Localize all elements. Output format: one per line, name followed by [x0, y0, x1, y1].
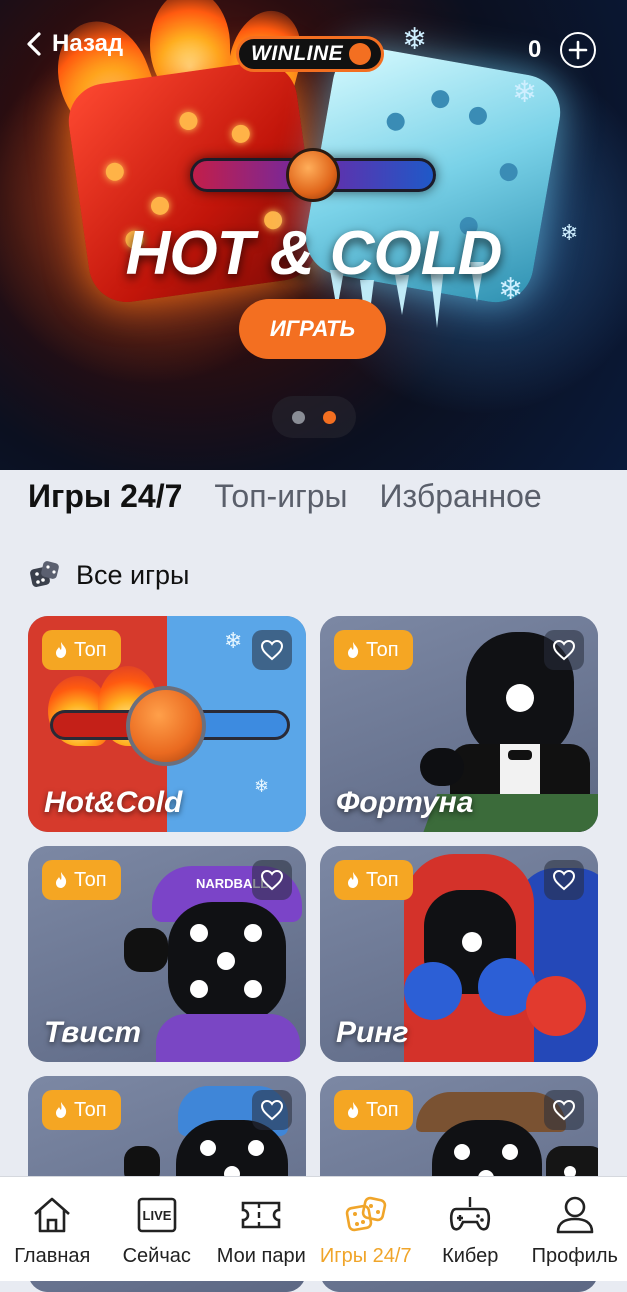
fire-icon [54, 871, 68, 889]
boxing-glove-image [526, 976, 586, 1036]
fire-icon [54, 1101, 68, 1119]
heart-icon [552, 869, 576, 891]
back-button[interactable]: Назад [24, 30, 123, 58]
slider-knob [126, 686, 206, 766]
play-button[interactable]: ИГРАТЬ [239, 299, 386, 359]
nav-label: Игры 24/7 [320, 1245, 412, 1268]
ticket-icon [239, 1193, 283, 1237]
top-badge: Топ [42, 860, 121, 900]
tab-games-24-7[interactable]: Игры 24/7 [28, 478, 182, 515]
tab-favorites[interactable]: Избранное [380, 478, 542, 515]
snowflake-icon: ❄ [402, 22, 427, 57]
fire-icon [346, 641, 360, 659]
top-badge: Топ [42, 630, 121, 670]
live-icon: LIVE [135, 1193, 179, 1237]
nav-label: Профиль [532, 1245, 618, 1268]
favorite-button[interactable] [544, 630, 584, 670]
nav-item-games-24-7[interactable]: Игры 24/7 [314, 1177, 419, 1281]
nav-item-profile[interactable]: Профиль [523, 1177, 627, 1281]
hero-banner[interactable]: ❄ ❄ ❄ ❄ HOT & COLD ИГРАТЬ Назад WINLINE … [0, 0, 627, 470]
character-body [156, 1014, 300, 1062]
gamepad-icon [448, 1193, 492, 1237]
fire-icon [54, 641, 68, 659]
heart-icon [552, 639, 576, 661]
section-header: Все игры [28, 558, 189, 592]
plus-icon [567, 39, 589, 61]
heart-icon [552, 1099, 576, 1121]
balance-value[interactable]: 0 [528, 36, 541, 64]
nav-label: Сейчас [123, 1245, 191, 1268]
game-card-hot-cold[interactable]: ❄ ❄ Топ Hot&Cold [28, 616, 306, 832]
badge-label: Топ [366, 639, 399, 662]
profile-icon [553, 1193, 597, 1237]
section-title: Все игры [76, 560, 189, 591]
game-title: Фортуна [336, 786, 474, 820]
logo-dot [349, 43, 371, 65]
games-tabs: Игры 24/7 Топ-игры Избранное [28, 478, 542, 515]
badge-label: Топ [366, 1099, 399, 1122]
top-badge: Топ [42, 1090, 121, 1130]
chevron-left-icon [24, 31, 46, 57]
nav-item-live[interactable]: LIVE Сейчас [105, 1177, 210, 1281]
game-card-ring[interactable]: Топ Ринг [320, 846, 598, 1062]
favorite-button[interactable] [544, 860, 584, 900]
game-title: Ринг [336, 1016, 408, 1050]
badge-label: Топ [366, 869, 399, 892]
favorite-button[interactable] [252, 860, 292, 900]
favorite-button[interactable] [252, 1090, 292, 1130]
live-icon-text: LIVE [142, 1208, 171, 1223]
top-badge: Топ [334, 1090, 413, 1130]
game-title: Hot&Cold [44, 786, 182, 820]
add-funds-button[interactable] [560, 32, 596, 68]
banner-pager [272, 396, 356, 438]
game-card-fortuna[interactable]: Топ Фортуна [320, 616, 598, 832]
home-icon [30, 1193, 74, 1237]
nav-item-my-bets[interactable]: Мои пари [209, 1177, 314, 1281]
character-image [168, 902, 286, 1022]
hot-cold-slider-knob [286, 148, 340, 202]
game-title: Твист [44, 1016, 141, 1050]
game-card-twist[interactable]: NARDBALL Топ Твист [28, 846, 306, 1062]
badge-label: Топ [74, 1099, 107, 1122]
fire-icon [346, 1101, 360, 1119]
pager-dot[interactable] [292, 411, 305, 424]
nav-item-home[interactable]: Главная [0, 1177, 105, 1281]
dice-icon [344, 1193, 388, 1237]
snowflake-icon: ❄ [512, 75, 537, 110]
heart-icon [260, 639, 284, 661]
badge-label: Топ [74, 869, 107, 892]
character-hand [420, 748, 464, 786]
tab-top-games[interactable]: Топ-игры [214, 478, 347, 515]
top-badge: Топ [334, 860, 413, 900]
dice-icon [28, 558, 62, 592]
snowflake-icon: ❄ [254, 776, 269, 797]
favorite-button[interactable] [252, 630, 292, 670]
fire-icon [346, 871, 360, 889]
top-badge: Топ [334, 630, 413, 670]
bottom-navigation: Главная LIVE Сейчас Мои пари Игры 24/7 К… [0, 1176, 627, 1281]
snowflake-icon: ❄ [224, 628, 242, 654]
heart-icon [260, 1099, 284, 1121]
nav-item-cyber[interactable]: Кибер [418, 1177, 523, 1281]
badge-label: Топ [74, 639, 107, 662]
nav-label: Кибер [442, 1245, 498, 1268]
nav-label: Мои пари [217, 1245, 306, 1268]
nav-label: Главная [14, 1245, 90, 1268]
boxing-glove-image [404, 962, 462, 1020]
banner-title: HOT & COLD [0, 218, 627, 289]
favorite-button[interactable] [544, 1090, 584, 1130]
back-label: Назад [52, 30, 123, 58]
heart-icon [260, 869, 284, 891]
pager-dot-active[interactable] [323, 411, 336, 424]
logo-text: WINLINE [251, 42, 343, 66]
winline-logo: WINLINE [236, 36, 384, 72]
character-fist [124, 928, 168, 972]
